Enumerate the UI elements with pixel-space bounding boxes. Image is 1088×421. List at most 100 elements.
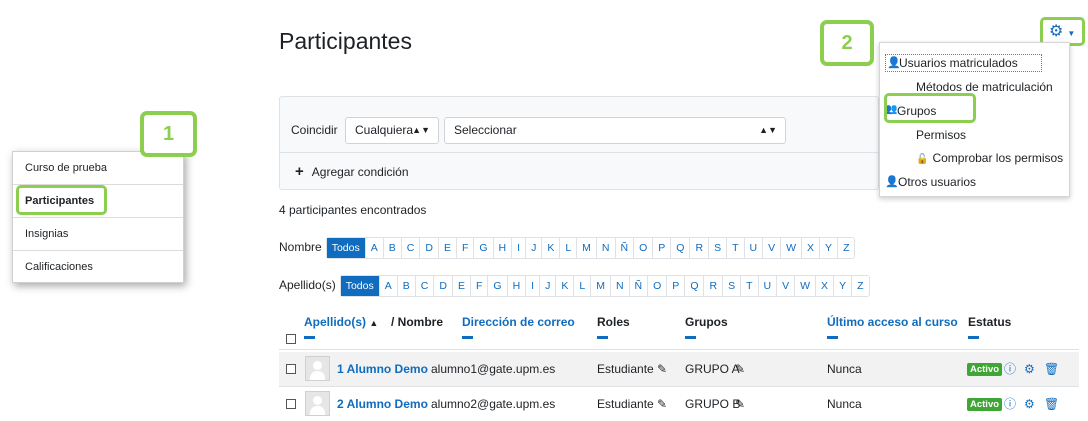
lastname-initial-letter-button[interactable]: Q xyxy=(685,276,705,296)
firstname-initial-letter-button[interactable]: R xyxy=(690,238,710,258)
lastname-initial-letter-button[interactable]: N xyxy=(611,276,630,296)
lastname-initial-letter-button[interactable]: O xyxy=(648,276,668,296)
firstname-initial-letter-button[interactable]: V xyxy=(763,238,782,258)
firstname-initial-letter-button[interactable]: B xyxy=(384,238,402,258)
firstname-initial-letter-button[interactable]: G xyxy=(474,238,494,258)
firstname-initial-letter-button[interactable]: D xyxy=(420,238,439,258)
menu-item-enrolment-methods[interactable]: Métodos de matriculación xyxy=(916,80,1053,94)
match-select[interactable]: Cualquiera ▲▼ xyxy=(345,117,439,144)
lastname-initial-letter-button[interactable]: L xyxy=(574,276,592,296)
lastname-initial-letter-button[interactable]: A xyxy=(380,276,398,296)
participant-email: alumno1@gate.upm.es xyxy=(431,362,556,376)
firstname-initial-letter-button[interactable]: H xyxy=(494,238,513,258)
firstname-initials-bar: Nombre Todos A B C D E F G H I J K L M N Ñ O P Q R S T U V W X Y Z xyxy=(279,237,856,259)
plus-icon: + xyxy=(295,163,304,180)
info-icon[interactable]: ⓘ xyxy=(1004,352,1016,386)
lastname-initial-letter-button[interactable]: R xyxy=(704,276,724,296)
sort-firstname-header[interactable]: / Nombre xyxy=(391,315,443,329)
collapse-lastname-icon[interactable] xyxy=(304,336,315,339)
nav-item-grades[interactable]: Calificaciones xyxy=(13,251,183,284)
gear-icon[interactable]: ⚙ xyxy=(1024,352,1035,386)
firstname-initial-letter-button[interactable]: E xyxy=(439,238,457,258)
firstname-initial-letter-button[interactable]: O xyxy=(634,238,654,258)
lastname-initial-letter-button[interactable]: P xyxy=(667,276,686,296)
firstname-initial-letter-button[interactable]: I xyxy=(512,238,527,258)
firstname-initial-letter-button[interactable]: Z xyxy=(838,238,854,258)
collapse-groups-icon[interactable] xyxy=(685,336,696,339)
firstname-initial-letter-button[interactable]: Y xyxy=(820,238,839,258)
firstname-initial-letter-button[interactable]: P xyxy=(653,238,672,258)
trash-icon[interactable]: 🗑 xyxy=(1044,387,1059,421)
firstname-initial-letter-button[interactable]: U xyxy=(745,238,764,258)
collapse-email-icon[interactable] xyxy=(462,336,473,339)
trash-icon[interactable]: 🗑 xyxy=(1044,352,1059,386)
firstname-initial-letter-button[interactable]: T xyxy=(727,238,745,258)
lastname-initial-letter-button[interactable]: B xyxy=(398,276,416,296)
lastname-initial-letter-button[interactable]: G xyxy=(488,276,508,296)
condition-select[interactable]: Seleccionar ▲▼ xyxy=(444,117,786,144)
status-badge: Activo xyxy=(967,363,1003,376)
lastname-initial-letter-button[interactable]: S xyxy=(723,276,742,296)
lastname-initial-letter-button[interactable]: C xyxy=(416,276,435,296)
edit-group-pencil-icon[interactable]: ✎ xyxy=(735,352,745,386)
firstname-initial-letter-button[interactable]: C xyxy=(402,238,421,258)
firstname-initial-letter-button[interactable]: J xyxy=(526,238,543,258)
lastname-initial-letter-button[interactable]: Y xyxy=(834,276,853,296)
menu-item-other-users[interactable]: 👤 Otros usuarios xyxy=(885,175,977,189)
sort-lastname-header[interactable]: Apellido(s) ▲ xyxy=(304,315,378,329)
lastname-initial-letter-button[interactable]: F xyxy=(471,276,489,296)
row-checkbox[interactable] xyxy=(286,399,296,409)
lastname-initial-letter-button[interactable]: V xyxy=(777,276,796,296)
firstname-initial-letter-button[interactable]: X xyxy=(802,238,821,258)
firstname-initial-letter-button[interactable]: F xyxy=(457,238,475,258)
lastname-initial-letter-button[interactable]: J xyxy=(540,276,557,296)
edit-group-pencil-icon[interactable]: ✎ xyxy=(735,387,745,421)
collapse-status-icon[interactable] xyxy=(968,336,979,339)
chevron-down-icon: ▼ xyxy=(1067,29,1076,38)
info-icon[interactable]: ⓘ xyxy=(1004,387,1016,421)
menu-item-label: Otros usuarios xyxy=(898,175,977,189)
participant-link[interactable]: 1 Alumno Demo xyxy=(337,352,428,386)
user-plus-icon: 👤 xyxy=(885,176,899,188)
firstname-initial-all-button[interactable]: Todos xyxy=(326,238,366,258)
firstname-initial-letter-button[interactable]: N xyxy=(597,238,616,258)
add-condition-button[interactable]: + Agregar condición xyxy=(295,163,409,180)
collapse-lastaccess-icon[interactable] xyxy=(827,336,838,339)
menu-item-permissions[interactable]: Permisos xyxy=(916,128,966,142)
select-all-checkbox[interactable] xyxy=(286,334,296,344)
firstname-initial-letter-button[interactable]: Q xyxy=(671,238,691,258)
sort-email-header[interactable]: Dirección de correo xyxy=(462,315,575,329)
collapse-roles-icon[interactable] xyxy=(597,336,608,339)
lastname-initial-all-button[interactable]: Todos xyxy=(340,276,380,296)
lastname-initial-letter-button[interactable]: H xyxy=(508,276,527,296)
lastname-initial-letter-button[interactable]: W xyxy=(795,276,817,296)
row-checkbox[interactable] xyxy=(286,364,296,374)
nav-item-badges[interactable]: Insignias xyxy=(13,218,183,251)
lastname-initial-letter-button[interactable]: U xyxy=(759,276,778,296)
edit-role-pencil-icon[interactable]: ✎ xyxy=(657,387,667,421)
firstname-initial-letter-button[interactable]: W xyxy=(781,238,803,258)
firstname-initial-letter-button[interactable]: L xyxy=(560,238,578,258)
firstname-initial-letter-button[interactable]: M xyxy=(577,238,597,258)
menu-item-check-permissions[interactable]: 🔓 Comprobar los permisos xyxy=(916,151,1063,165)
lastname-initial-letter-button[interactable]: Ñ xyxy=(630,276,649,296)
lastname-initial-letter-button[interactable]: D xyxy=(434,276,453,296)
gear-icon[interactable]: ⚙ xyxy=(1024,387,1035,421)
lastname-initial-letter-button[interactable]: X xyxy=(816,276,835,296)
firstname-initial-letter-button[interactable]: Ñ xyxy=(616,238,635,258)
participant-link[interactable]: 2 Alumno Demo xyxy=(337,387,428,421)
lastname-initial-letter-button[interactable]: E xyxy=(453,276,471,296)
edit-role-pencil-icon[interactable]: ✎ xyxy=(657,352,667,386)
lastname-initial-letter-button[interactable]: K xyxy=(556,276,575,296)
lastname-initial-letter-button[interactable]: M xyxy=(591,276,611,296)
lastname-initial-letter-button[interactable]: Z xyxy=(852,276,868,296)
sort-lastaccess-header[interactable]: Último acceso al curso xyxy=(827,315,958,329)
course-admin-menu-toggle[interactable]: ⚙ ▼ xyxy=(1049,21,1075,41)
menu-item-enrolled-users[interactable]: 👤 Usuarios matriculados xyxy=(885,54,1042,72)
firstname-initial-letter-button[interactable]: S xyxy=(709,238,728,258)
participant-group: GRUPO B xyxy=(685,397,741,411)
lastname-initial-letter-button[interactable]: I xyxy=(526,276,541,296)
firstname-initial-letter-button[interactable]: K xyxy=(542,238,561,258)
firstname-initial-letter-button[interactable]: A xyxy=(366,238,384,258)
lastname-initial-letter-button[interactable]: T xyxy=(741,276,759,296)
